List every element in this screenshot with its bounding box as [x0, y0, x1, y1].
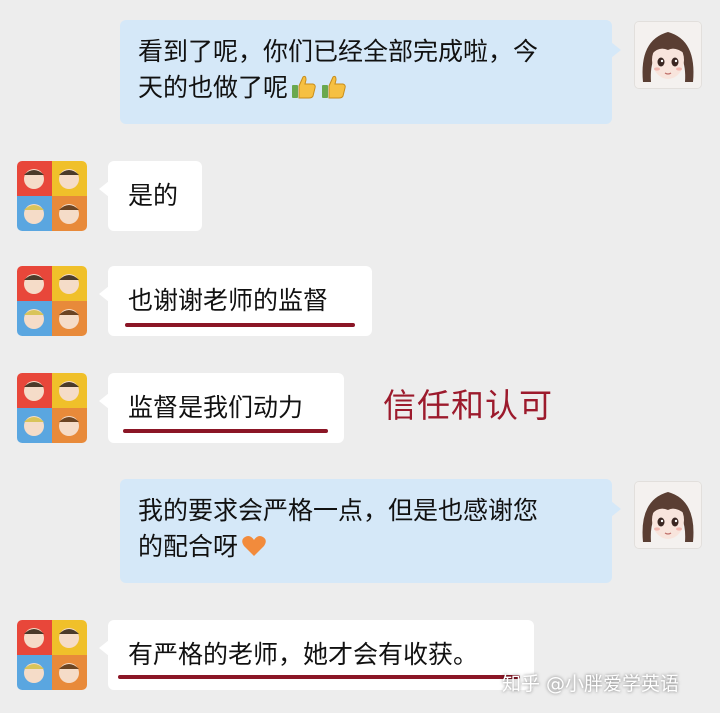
message-text: 是的 — [128, 181, 179, 210]
watermark: 知乎 @小胖爱学英语 — [502, 673, 680, 695]
message-bubble-parent[interactable]: 有严格的老师，她才会有收获。 — [99, 620, 534, 690]
highlight-underline — [125, 323, 355, 327]
message-text: 有严格的老师，她才会有收获。 — [128, 640, 479, 669]
highlight-underline — [118, 675, 520, 679]
parent-avatar[interactable] — [17, 373, 87, 443]
message-bubble-teacher[interactable]: 我的要求会严格一点，但是也感谢您 的配合呀 — [120, 479, 621, 583]
message-text: 也谢谢老师的监督 — [128, 286, 329, 315]
thumbs-up-icon — [288, 73, 318, 102]
parent-avatar[interactable] — [17, 620, 87, 690]
message-line: 的配合呀 — [138, 529, 612, 565]
parent-avatar[interactable] — [17, 161, 87, 231]
parent-avatar[interactable] — [17, 266, 87, 336]
highlight-underline — [123, 429, 328, 433]
message-bubble-parent[interactable]: 是的 — [99, 161, 202, 231]
message-bubble-teacher[interactable]: 看到了呢，你们已经全部完成啦，今 天的也做了呢 — [120, 20, 621, 124]
orange-heart-icon — [238, 532, 268, 561]
message-line: 看到了呢，你们已经全部完成啦，今 — [138, 37, 539, 66]
chat-screen: 看到了呢，你们已经全部完成啦，今 天的也做了呢 是的 也谢谢老师的监督 监督是我… — [0, 0, 720, 713]
message-line: 天的也做了呢 — [138, 70, 612, 106]
message-line: 我的要求会严格一点，但是也感谢您 — [138, 496, 539, 525]
teacher-avatar[interactable] — [634, 21, 702, 89]
annotation-text: 信任和认可 — [383, 386, 553, 425]
thumbs-up-icon — [318, 73, 348, 102]
teacher-avatar[interactable] — [634, 481, 702, 549]
message-text: 监督是我们动力 — [128, 393, 304, 422]
